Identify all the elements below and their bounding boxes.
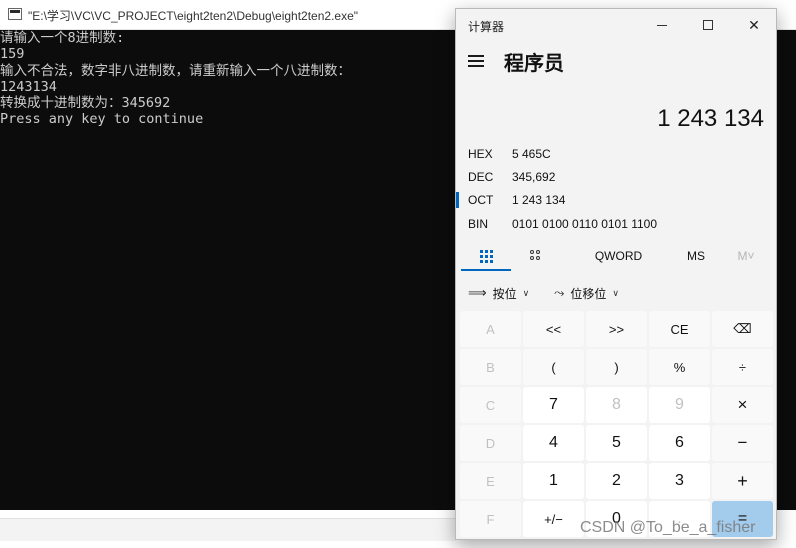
radix-value: 1 243 134 — [512, 193, 566, 207]
key-1[interactable]: 1 — [523, 463, 584, 499]
chevron-down-icon: ∨ — [612, 287, 620, 298]
hamburger-line — [468, 65, 484, 67]
memory-store-button[interactable]: MS — [671, 242, 721, 270]
key-5[interactable]: 5 — [586, 425, 647, 461]
key-hex-d[interactable]: D — [460, 425, 521, 461]
mode-title: 程序员 — [504, 53, 564, 75]
calculator-title: 计算器 — [468, 20, 505, 34]
radix-label: OCT — [468, 193, 494, 207]
bit-operations-bar: ⟹ 按位 ∨ ⤳ 位移位 ∨ — [456, 279, 776, 307]
key-hex-e[interactable]: E — [460, 463, 521, 499]
key-multiply[interactable]: × — [712, 387, 773, 423]
bit-toggle-keypad-icon — [530, 250, 542, 262]
bit-shift-label: 位移位 — [570, 286, 607, 301]
bitwise-label: 按位 — [492, 286, 517, 301]
close-button[interactable]: ✕ — [731, 9, 776, 41]
key-2[interactable]: 2 — [586, 463, 647, 499]
bit-shift-dropdown[interactable]: ⤳ 位移位 ∨ — [554, 283, 619, 303]
selected-radix-indicator — [456, 192, 459, 208]
console-line: Press any key to continue — [0, 111, 204, 127]
key-subtract[interactable]: − — [712, 425, 773, 461]
console-line: 请输入一个8进制数: — [0, 30, 125, 46]
calculator-window[interactable]: 计算器 ✕ 程序员 1 243 134 HEX 5 465C DEC 345,6… — [455, 8, 777, 540]
key-negate[interactable]: +/− — [523, 501, 584, 537]
radix-row-oct[interactable]: OCT 1 243 134 — [456, 190, 776, 212]
keypad-tabs: QWORD MS M˅ — [456, 242, 776, 272]
key-hex-a[interactable]: A — [460, 311, 521, 347]
radix-label: BIN — [468, 217, 489, 231]
radix-row-hex[interactable]: HEX 5 465C — [456, 144, 776, 166]
console-line: 输入不合法，数字非八进制数，请重新输入一个八进制数： — [0, 63, 351, 79]
close-icon: ✕ — [748, 16, 760, 33]
radix-row-bin[interactable]: BIN 0101 0100 0110 0101 1100 — [456, 214, 776, 236]
hamburger-menu-button[interactable] — [466, 53, 488, 69]
memory-view-button[interactable]: M˅ — [726, 242, 766, 270]
key-clear-entry[interactable]: CE — [649, 311, 710, 347]
key-3[interactable]: 3 — [649, 463, 710, 499]
minimize-button[interactable] — [639, 9, 685, 41]
key-hex-c[interactable]: C — [460, 387, 521, 423]
chevron-down-icon: ∨ — [522, 287, 530, 298]
tab-full-keypad[interactable] — [461, 242, 511, 270]
console-line: 159 — [0, 46, 25, 62]
key-backspace[interactable]: ⌫ — [712, 311, 773, 347]
console-app-icon — [8, 8, 22, 20]
console-line: 1243134 — [0, 79, 57, 95]
hamburger-line — [468, 60, 484, 62]
key-hex-f[interactable]: F — [460, 501, 521, 537]
bitwise-icon: ⟹ — [468, 285, 487, 300]
key-add[interactable]: + — [712, 463, 773, 499]
bitwise-dropdown[interactable]: ⟹ 按位 ∨ — [468, 283, 529, 303]
desktop: "E:\学习\VC\VC_PROJECT\eight2ten2\Debug\ei… — [0, 0, 796, 548]
key-open-paren[interactable]: ( — [523, 349, 584, 385]
bit-shift-icon: ⤳ — [554, 285, 565, 300]
word-size-button[interactable]: QWORD — [576, 242, 661, 270]
active-tab-underline — [461, 269, 511, 271]
radix-value: 5 465C — [512, 147, 551, 161]
key-9[interactable]: 9 — [649, 387, 710, 423]
maximize-button[interactable] — [685, 9, 731, 41]
radix-label: DEC — [468, 170, 494, 184]
key-divide[interactable]: ÷ — [712, 349, 773, 385]
console-line: 转换成十进制数为：345692 — [0, 95, 171, 111]
keypad: A << >> CE ⌫ B ( ) % ÷ C 7 8 9 × D 4 5 6… — [460, 311, 774, 539]
watermark: CSDN @To_be_a_fisher — [580, 519, 756, 536]
hamburger-menu-icon — [468, 55, 484, 57]
key-shift-left[interactable]: << — [523, 311, 584, 347]
key-shift-right[interactable]: >> — [586, 311, 647, 347]
key-4[interactable]: 4 — [523, 425, 584, 461]
tab-bit-toggle[interactable] — [511, 242, 561, 270]
result-display: 1 243 134 — [657, 105, 764, 132]
full-keypad-icon — [479, 249, 493, 263]
radix-label: HEX — [468, 147, 493, 161]
maximize-icon — [703, 20, 713, 30]
key-close-paren[interactable]: ) — [586, 349, 647, 385]
key-8[interactable]: 8 — [586, 387, 647, 423]
radix-value: 345,692 — [512, 170, 556, 184]
key-hex-b[interactable]: B — [460, 349, 521, 385]
key-6[interactable]: 6 — [649, 425, 710, 461]
console-title: "E:\学习\VC\VC_PROJECT\eight2ten2\Debug\ei… — [28, 9, 359, 23]
radix-row-dec[interactable]: DEC 345,692 — [456, 167, 776, 189]
radix-value: 0101 0100 0110 0101 1100 — [512, 217, 658, 231]
minimize-icon — [657, 24, 667, 26]
key-modulo[interactable]: % — [649, 349, 710, 385]
key-7[interactable]: 7 — [523, 387, 584, 423]
